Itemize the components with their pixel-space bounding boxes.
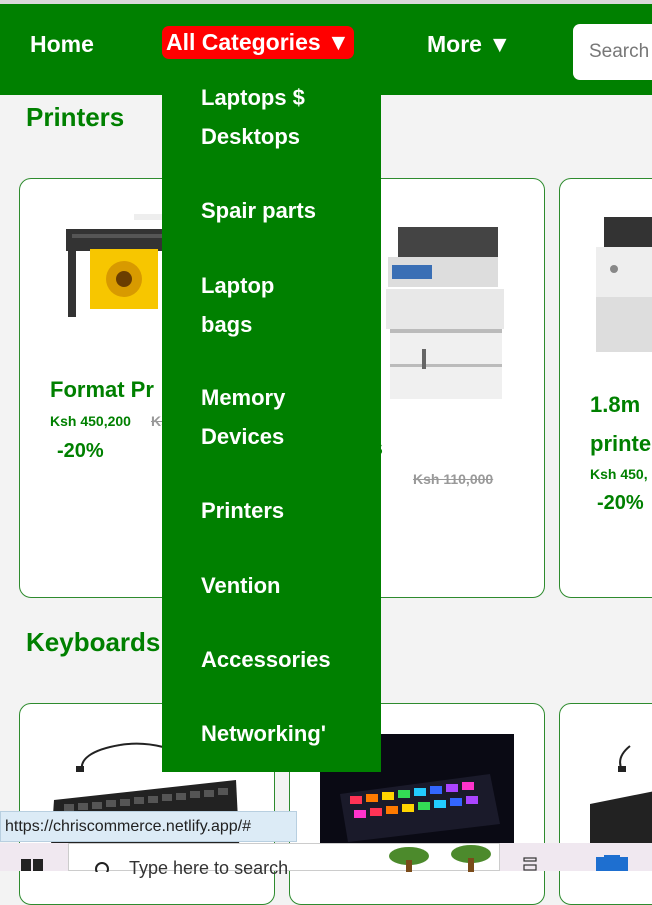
- dropdown-item-laptops-desktops[interactable]: Laptops $ Desktops: [201, 78, 361, 156]
- dropdown-item-spare-parts[interactable]: Spair parts: [201, 191, 361, 230]
- product-discount: -20%: [597, 492, 644, 514]
- product-name[interactable]: 1.8m: [590, 392, 640, 418]
- search-box[interactable]: [573, 24, 652, 80]
- dropdown-item-laptop-bags[interactable]: Laptop bags: [201, 266, 301, 344]
- dropdown-item-memory-devices[interactable]: Memory Devices: [201, 378, 321, 456]
- weather-tree-icon: [389, 847, 429, 872]
- product-discount: -20%: [57, 440, 104, 462]
- weather-tree-icon: [451, 845, 491, 872]
- product-name[interactable]: Format Pr: [50, 377, 154, 403]
- dropdown-item-accessories[interactable]: Accessories: [201, 640, 361, 679]
- categories-dropdown-menu: Laptops $ Desktops Spair parts Laptop ba…: [162, 62, 381, 772]
- search-input[interactable]: [589, 41, 652, 63]
- nav-more-button[interactable]: More ▼: [427, 31, 511, 58]
- product-card[interactable]: [559, 703, 652, 905]
- nav-all-categories-button[interactable]: All Categories ▼: [162, 26, 354, 59]
- product-name-line2[interactable]: printe: [590, 431, 651, 457]
- section-title-printers: Printers: [26, 102, 125, 132]
- taskbar-search-text: Type here to search: [129, 858, 289, 878]
- section-title-keyboards: Keyboards: [26, 627, 161, 657]
- product-old-price: Ksh 110,000: [413, 471, 494, 487]
- os-taskbar: Type here to search: [0, 843, 652, 878]
- link-status-url: https://chriscommerce.netlify.app/#: [0, 811, 297, 842]
- dropdown-item-printers[interactable]: Printers: [201, 491, 361, 530]
- search-icon: [95, 862, 109, 872]
- product-price: Ksh 450,: [590, 466, 648, 482]
- dropdown-item-networking[interactable]: Networking': [201, 714, 361, 753]
- nav-home-link[interactable]: Home: [30, 31, 94, 58]
- windows-start-icon[interactable]: [21, 859, 43, 871]
- dropdown-item-vention[interactable]: Vention: [201, 566, 361, 605]
- task-view-icon[interactable]: [523, 857, 537, 871]
- laser-printer-image: [596, 217, 652, 352]
- keyboard-image: [590, 745, 652, 844]
- store-app-icon[interactable]: [594, 855, 630, 871]
- taskbar-search-box[interactable]: Type here to search: [68, 843, 500, 878]
- office-printer-image: [386, 227, 504, 399]
- product-price: Ksh 450,200: [50, 413, 131, 429]
- product-card[interactable]: 1.8m printe Ksh 450, -20%: [559, 178, 652, 598]
